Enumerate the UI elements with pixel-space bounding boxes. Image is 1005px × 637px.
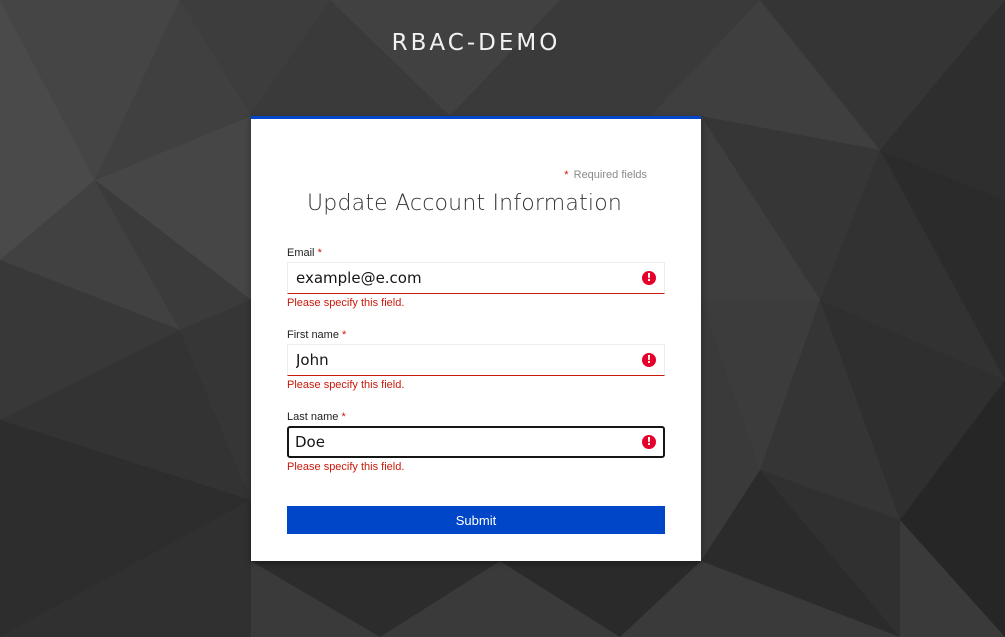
required-star: * — [564, 169, 569, 181]
required-fields-text: Required fields — [573, 169, 647, 181]
required-fields-note: * Required fields — [564, 169, 647, 181]
email-error-text: Please specify this field. — [287, 297, 405, 309]
first-name-error-text: Please specify this field. — [287, 379, 405, 391]
first-name-field-wrapper: ! — [287, 344, 665, 376]
first-name-label: First name * — [287, 329, 347, 341]
submit-button[interactable]: Submit — [287, 506, 665, 534]
last-name-error-text: Please specify this field. — [287, 461, 405, 473]
update-account-form: * Required fields Update Account Informa… — [251, 116, 701, 561]
error-circle-icon: ! — [642, 271, 656, 285]
first-name-field[interactable] — [288, 345, 636, 375]
email-label: Email * — [287, 247, 322, 259]
required-mark: * — [342, 329, 347, 341]
required-mark: * — [341, 411, 346, 423]
email-field[interactable] — [288, 263, 636, 293]
last-name-field-wrapper: ! — [287, 426, 665, 458]
required-mark: * — [317, 247, 322, 259]
error-circle-icon: ! — [642, 353, 656, 367]
email-field-wrapper: ! — [287, 262, 665, 294]
page-title: Update Account Information — [307, 191, 623, 216]
error-circle-icon: ! — [642, 435, 656, 449]
last-name-field[interactable] — [289, 428, 635, 456]
app-title: RBAC-DEMO — [391, 30, 561, 56]
last-name-label: Last name * — [287, 411, 346, 423]
